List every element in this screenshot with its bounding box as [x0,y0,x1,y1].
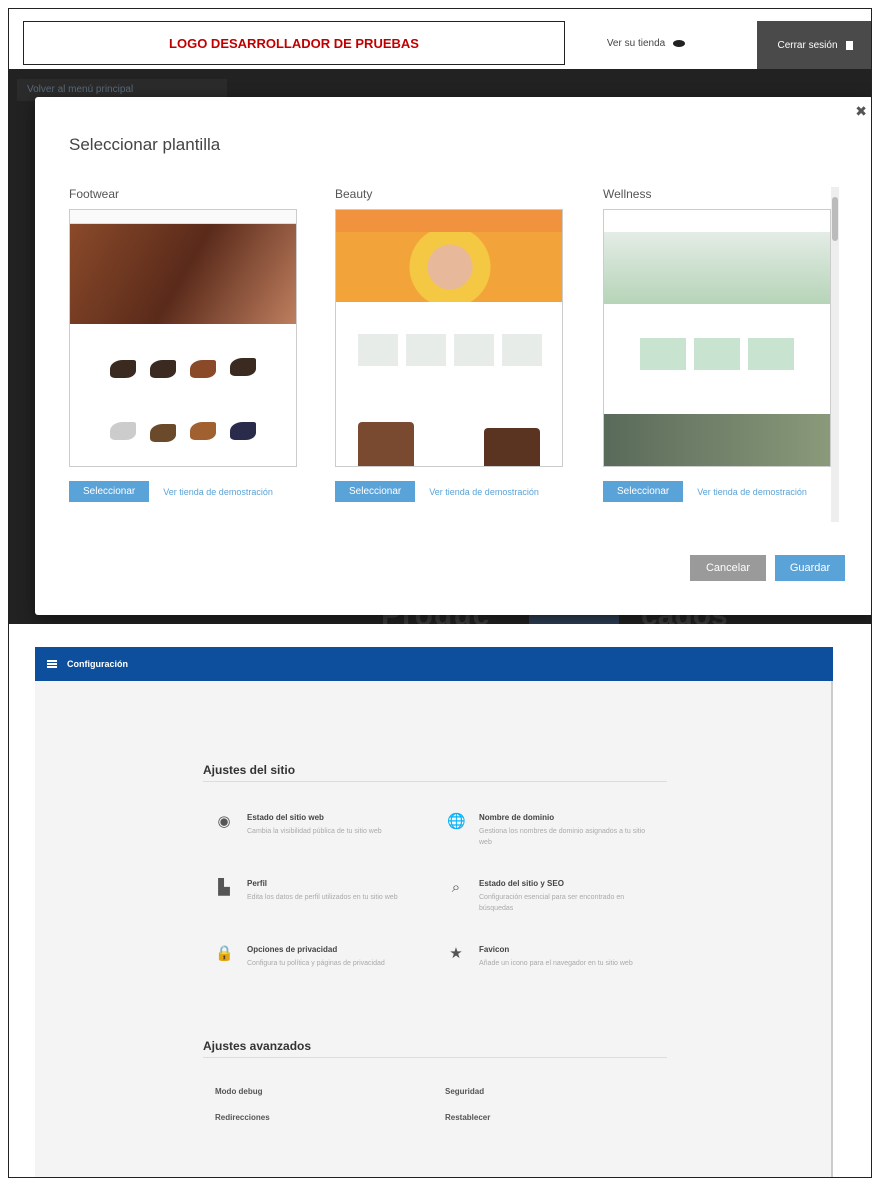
logout-icon [845,40,853,50]
divider [203,781,667,782]
setting-title: Estado del sitio web [247,813,324,822]
card-image [748,338,794,370]
card-image [640,338,686,370]
close-icon[interactable]: ✖ [855,103,867,120]
top-bar: LOGO DESARROLLADOR DE PRUEBAS Ver su tie… [9,9,871,69]
product-image [358,334,398,366]
setting-title: Opciones de privacidad [247,945,338,954]
logout-button[interactable]: Cerrar sesión [757,21,871,69]
building-icon: ▙ [218,879,230,896]
eye-icon [673,39,686,47]
eye-icon: ◉ [217,813,231,830]
logo: LOGO DESARROLLADOR DE PRUEBAS [23,21,565,65]
template-beauty: Beauty Seleccionar Ver tienda de demostr… [335,187,563,502]
shoe-image [110,360,136,378]
menu-icon[interactable] [47,660,57,668]
demo-store-link[interactable]: Ver tienda de demostración [697,487,807,497]
screenshot-frame: LOGO DESARROLLADOR DE PRUEBAS Ver su tie… [8,8,872,1178]
logo-text: LOGO DESARROLLADOR DE PRUEBAS [169,35,419,51]
setting-website-status[interactable]: ◉ Estado del sitio web Cambia la visibili… [215,813,425,837]
select-template-modal: ✖ Seleccionar plantilla Footwear Selecci… [35,97,871,615]
setting-title: Nombre de dominio [479,813,555,822]
template-name: Beauty [335,187,373,201]
setting-favicon[interactable]: ★ Favicon Añade un icono para el navegado… [447,945,657,969]
security-link[interactable]: Seguridad [445,1087,484,1096]
template-preview-footwear[interactable] [69,209,297,467]
select-button[interactable]: Seleccionar [603,481,684,502]
model-image [358,422,414,466]
setting-desc: Configura tu política y páginas de priva… [247,960,385,967]
divider [203,1057,667,1058]
setting-desc: Cambia la visibilidad pública de tu siti… [247,828,382,835]
template-preview-beauty[interactable] [335,209,563,467]
setting-desc: Gestiona los nombres de dominio asignado… [479,828,646,846]
setting-title: Perfil [247,879,268,888]
setting-profile[interactable]: ▙ Perfil Edita los datos de perfil utiliz… [215,879,425,903]
scrollbar-thumb[interactable] [832,197,838,241]
shoe-image [190,360,216,378]
template-name: Wellness [603,187,652,201]
setting-privacy[interactable]: 🔒 Opciones de privacidad Configura tu pol… [215,945,425,969]
advanced-settings-heading: Ajustes avanzados [203,1039,312,1053]
setting-domain-name[interactable]: 🌐 Nombre de dominio Gestiona los nombres … [447,813,657,848]
template-footwear: Footwear Seleccionar Ver tienda de demos… [69,187,297,502]
preview-banner-image [604,414,830,466]
shoe-image [110,422,136,440]
setting-title: Estado del sitio y SEO [479,879,564,888]
configuration-screen: Configuración Ajustes del sitio ◉ Estado… [35,647,833,1177]
modal-title: Seleccionar plantilla [69,135,221,154]
redirects-link[interactable]: Redirecciones [215,1113,270,1122]
preview-nav [336,210,562,232]
view-store-label: Ver su tienda [606,37,666,49]
product-image [406,334,446,366]
template-name: Footwear [69,187,120,201]
product-image [502,334,542,366]
product-image [454,334,494,366]
star-icon: ★ [449,945,463,962]
shoe-image [230,422,256,440]
template-selection-screen: LOGO DESARROLLADOR DE PRUEBAS Ver su tie… [9,9,871,624]
shoe-image [190,422,216,440]
shoe-image [150,360,176,378]
config-header: Configuración [35,647,833,681]
save-button[interactable]: Guardar [775,555,845,581]
setting-title: Favicon [479,945,510,954]
cancel-button[interactable]: Cancelar [690,555,766,581]
demo-store-link[interactable]: Ver tienda de demostración [429,487,539,497]
select-button[interactable]: Seleccionar [69,481,150,502]
search-icon: ⌕ [451,879,461,896]
shoe-image [230,358,256,376]
template-preview-wellness[interactable] [603,209,831,467]
view-store-link[interactable]: Ver su tienda [581,21,711,65]
preview-nav [70,210,296,224]
setting-desc: Añade un icono para el navegador en tu s… [479,960,633,967]
demo-store-link[interactable]: Ver tienda de demostración [163,487,273,497]
reset-link[interactable]: Restablecer [445,1113,490,1122]
config-title: Configuración [67,659,128,669]
template-wellness: Wellness Seleccionar Ver tienda de demos… [603,187,831,502]
shoe-image [150,424,176,442]
setting-desc: Edita los datos de perfil utilizados en … [247,894,398,901]
scrollbar[interactable] [831,187,839,522]
globe-icon: 🌐 [447,813,466,830]
preview-hero-image [70,224,296,324]
preview-hero-image [604,232,830,304]
preview-hero-image [336,232,562,302]
debug-mode-link[interactable]: Modo debug [215,1087,263,1096]
setting-desc: Configuración esencial para ser encontra… [479,894,625,912]
logout-label: Cerrar sesión [777,39,838,51]
lock-icon: 🔒 [215,945,234,962]
site-settings-heading: Ajustes del sitio [203,763,296,777]
back-link-label: Volver al menú principal [27,84,134,95]
setting-site-seo[interactable]: ⌕ Estado del sitio y SEO Configuración es… [447,879,657,914]
select-button[interactable]: Seleccionar [335,481,416,502]
model-image [484,428,540,466]
card-image [694,338,740,370]
